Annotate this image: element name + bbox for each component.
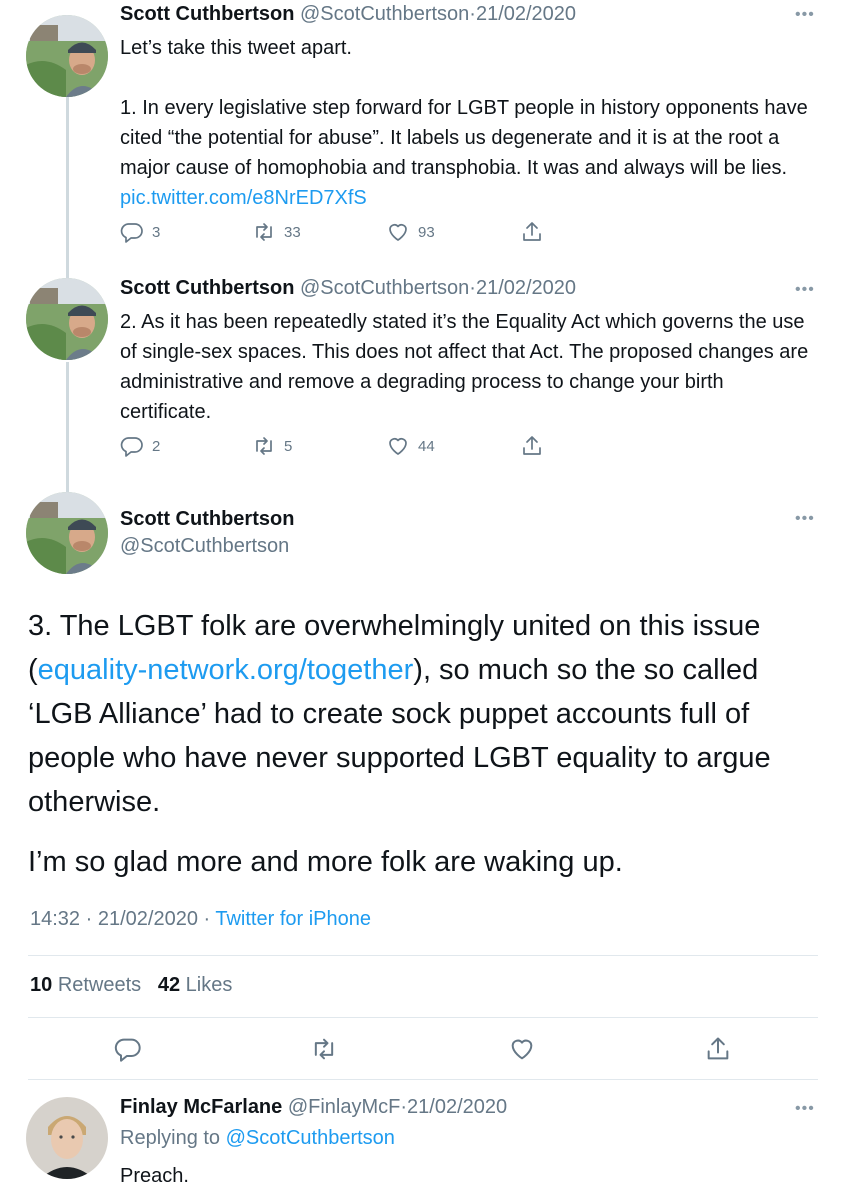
- tweet-date[interactable]: 21/02/2020: [98, 908, 198, 930]
- separator-dot: ·: [197, 908, 216, 930]
- replying-handle[interactable]: @ScotCuthbertson: [226, 1127, 395, 1149]
- retweet-icon: [310, 1035, 338, 1063]
- tweet-header: Scott Cuthbertson @ScotCuthbertson·21/02…: [120, 3, 576, 26]
- reply-text: Preach.: [120, 1165, 189, 1187]
- like-icon: [386, 220, 410, 244]
- avatar-image: [26, 492, 108, 574]
- separator-dot: ·: [469, 3, 476, 25]
- share-icon: [520, 220, 544, 244]
- like-button[interactable]: 44: [386, 434, 435, 458]
- avatar-image: [26, 278, 108, 360]
- reply-icon: [120, 434, 144, 458]
- separator-dot: ·: [469, 277, 476, 299]
- avatar[interactable]: [26, 492, 108, 574]
- main-tweet-para2: I’m so glad more and more folk are wakin…: [28, 846, 623, 878]
- tweet-body: 1. In every legislative step forward for…: [120, 93, 820, 213]
- separator-dot: ·: [80, 908, 98, 930]
- retweet-icon: [252, 220, 276, 244]
- reply-button[interactable]: [114, 1035, 142, 1063]
- like-icon: [386, 434, 410, 458]
- likes-stat[interactable]: 42 Likes: [158, 974, 233, 996]
- retweet-count: 5: [284, 437, 293, 455]
- author-handle[interactable]: @ScotCuthbertson: [300, 3, 469, 25]
- divider: [28, 955, 818, 956]
- more-icon[interactable]: •••: [795, 6, 815, 24]
- retweet-button[interactable]: 33: [252, 220, 301, 244]
- share-icon: [520, 434, 544, 458]
- tweet-actions: 3 33 93: [120, 220, 560, 250]
- avatar-image: [26, 1097, 108, 1179]
- retweets-stat[interactable]: 10 Retweets: [30, 974, 141, 996]
- share-button[interactable]: [704, 1035, 732, 1063]
- reply-count: 3: [152, 223, 161, 241]
- main-tweet-text: 3. The LGBT folk are overwhelmingly unit…: [28, 604, 828, 884]
- retweet-icon: [252, 434, 276, 458]
- tweet-header: Scott Cuthbertson @ScotCuthbertson·21/02…: [120, 277, 576, 300]
- tweet-text: 2. As it has been repeatedly stated it’s…: [120, 311, 809, 423]
- more-icon[interactable]: •••: [795, 1100, 815, 1118]
- share-icon: [704, 1035, 732, 1063]
- retweet-count: 33: [284, 223, 301, 241]
- author-handle[interactable]: @ScotCuthbertson: [300, 277, 469, 299]
- reply-icon: [114, 1035, 142, 1063]
- retweet-button[interactable]: [310, 1035, 338, 1063]
- tweet-date[interactable]: 21/02/2020: [476, 3, 576, 25]
- author-name[interactable]: Scott Cuthbertson: [120, 508, 294, 530]
- external-link[interactable]: equality-network.org/together: [38, 654, 414, 686]
- thread-line: [66, 90, 69, 278]
- divider: [28, 1079, 818, 1080]
- share-button[interactable]: [520, 220, 544, 244]
- tweet-intro: Let’s take this tweet apart.: [120, 37, 352, 59]
- like-icon: [508, 1035, 536, 1063]
- tweet-time[interactable]: 14:32: [30, 908, 80, 930]
- reply-button[interactable]: 3: [120, 220, 160, 244]
- tweet-body-text: 1. In every legislative step forward for…: [120, 97, 808, 179]
- author-name[interactable]: Finlay McFarlane: [120, 1096, 282, 1118]
- tweet-date[interactable]: 21/02/2020: [476, 277, 576, 299]
- retweet-button[interactable]: 5: [252, 434, 292, 458]
- author-name[interactable]: Scott Cuthbertson: [120, 3, 294, 25]
- main-author-handle[interactable]: @ScotCuthbertson: [120, 535, 289, 558]
- media-link[interactable]: pic.twitter.com/e8NrED7XfS: [120, 187, 367, 209]
- more-icon[interactable]: •••: [795, 281, 815, 299]
- tweet-stats: 10 Retweets 42 Likes: [30, 974, 232, 997]
- tweet-text: Let’s take this tweet apart. 1. In every…: [120, 33, 820, 213]
- like-count: 93: [418, 223, 435, 241]
- like-button[interactable]: [508, 1035, 536, 1063]
- reply-header: Finlay McFarlane @FinlayMcF·21/02/2020: [120, 1096, 507, 1119]
- tweet-date[interactable]: 21/02/2020: [407, 1096, 507, 1118]
- replying-to: Replying to @ScotCuthbertson: [120, 1127, 395, 1150]
- reply-count: 2: [152, 437, 161, 455]
- author-handle[interactable]: @FinlayMcF: [288, 1096, 401, 1118]
- tweet-actions: 2 5 44: [120, 434, 560, 464]
- avatar[interactable]: [26, 15, 108, 97]
- author-name[interactable]: Scott Cuthbertson: [120, 277, 294, 299]
- retweet-count: 10: [30, 974, 53, 996]
- like-count: 42: [157, 974, 181, 996]
- reply-button[interactable]: 2: [120, 434, 160, 458]
- main-author-name[interactable]: Scott Cuthbertson: [120, 508, 294, 531]
- tweet-source[interactable]: Twitter for iPhone: [215, 908, 371, 930]
- avatar-image: [26, 15, 108, 97]
- tweet-meta: 14:32 · 21/02/2020 · Twitter for iPhone: [30, 908, 371, 931]
- replying-label: Replying to: [120, 1127, 221, 1149]
- like-button[interactable]: 93: [386, 220, 435, 244]
- reply-icon: [120, 220, 144, 244]
- like-label: Likes: [185, 974, 233, 996]
- avatar[interactable]: [26, 1097, 108, 1179]
- retweet-label: Retweets: [57, 974, 142, 996]
- main-tweet-para1: 3. The LGBT folk are overwhelmingly unit…: [28, 604, 828, 824]
- thread-line: [66, 362, 69, 492]
- share-button[interactable]: [520, 434, 544, 458]
- more-icon[interactable]: •••: [795, 510, 815, 528]
- divider: [28, 1017, 818, 1018]
- avatar[interactable]: [26, 278, 108, 360]
- like-count: 44: [418, 437, 435, 455]
